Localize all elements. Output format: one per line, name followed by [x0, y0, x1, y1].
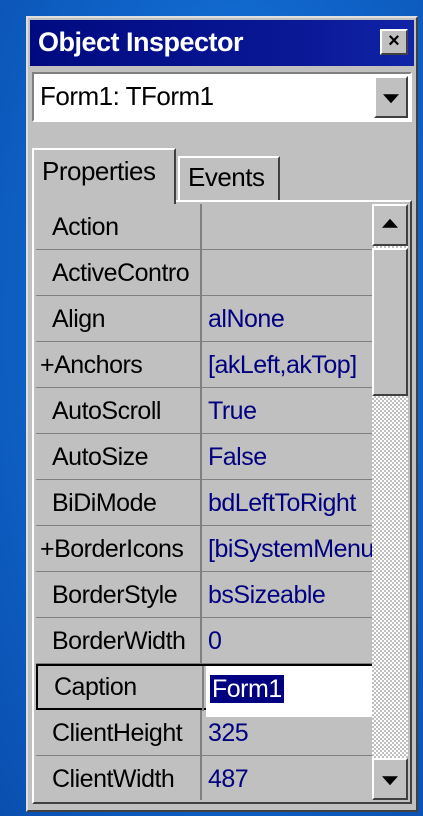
tab-properties-label: Properties [42, 156, 156, 186]
arrow-down-icon [382, 776, 398, 786]
property-row[interactable]: Align alNone [36, 296, 372, 342]
close-icon: × [388, 30, 400, 52]
tab-events[interactable]: Events [178, 156, 280, 200]
tab-properties[interactable]: Properties [32, 148, 176, 204]
property-name: ClientHeight [36, 710, 202, 755]
property-name: +BorderIcons [36, 526, 202, 571]
property-row[interactable]: +Anchors [akLeft,akTop] [36, 342, 372, 388]
property-row[interactable]: AutoScroll True [36, 388, 372, 434]
property-row[interactable]: ActiveContro [36, 250, 372, 296]
property-row[interactable]: BiDiMode bdLeftToRight [36, 480, 372, 526]
property-grid-frame: Action ActiveContro Align alNone +Anchors [ak… [32, 200, 412, 804]
component-selector-dropdown-button[interactable] [374, 76, 408, 118]
component-selector[interactable]: Form1: TForm1 [32, 72, 412, 122]
close-button[interactable]: × [380, 29, 408, 55]
property-name: AutoSize [36, 434, 202, 479]
property-name: ActiveContro [36, 250, 202, 295]
object-inspector-window: Object Inspector × Form1: TForm1 Propert… [26, 16, 418, 812]
property-value[interactable]: 487 [204, 756, 372, 800]
tab-events-label: Events [188, 162, 265, 192]
property-name: BorderWidth [36, 618, 202, 663]
property-row[interactable]: AutoSize False [36, 434, 372, 480]
scroll-thumb[interactable] [372, 248, 408, 396]
arrow-up-icon [382, 218, 398, 228]
property-name: BorderStyle [36, 572, 202, 617]
property-name: Action [36, 204, 202, 249]
component-selector-value: Form1: TForm1 [40, 81, 214, 111]
selected-value-text: Form1 [210, 675, 284, 703]
scroll-up-button[interactable] [372, 204, 408, 246]
property-name: AutoScroll [36, 388, 202, 433]
inspector-tabs: Properties Events [28, 138, 416, 204]
property-name: ClientWidth [36, 756, 202, 800]
property-name: +Anchors [36, 342, 202, 387]
window-title: Object Inspector [38, 27, 244, 57]
property-row[interactable]: ClientWidth 487 [36, 756, 372, 800]
property-name: Caption [38, 666, 204, 711]
property-grid: Action ActiveContro Align alNone +Anchors [ak… [36, 204, 372, 800]
property-row[interactable]: Action [36, 204, 372, 250]
vertical-scrollbar[interactable] [372, 204, 408, 800]
chevron-down-icon [383, 94, 399, 104]
property-row[interactable]: BorderWidth 0 [36, 618, 372, 664]
property-row[interactable]: BorderStyle bsSizeable [36, 572, 372, 618]
property-row[interactable]: +BorderIcons [biSystemMenu [36, 526, 372, 572]
property-name: BiDiMode [36, 480, 202, 525]
property-row[interactable]: Caption Form1 [36, 664, 372, 717]
title-bar[interactable]: Object Inspector × [30, 20, 414, 66]
scroll-down-button[interactable] [372, 758, 408, 800]
property-row[interactable]: ClientHeight 325 [36, 710, 372, 756]
property-name: Align [36, 296, 202, 341]
